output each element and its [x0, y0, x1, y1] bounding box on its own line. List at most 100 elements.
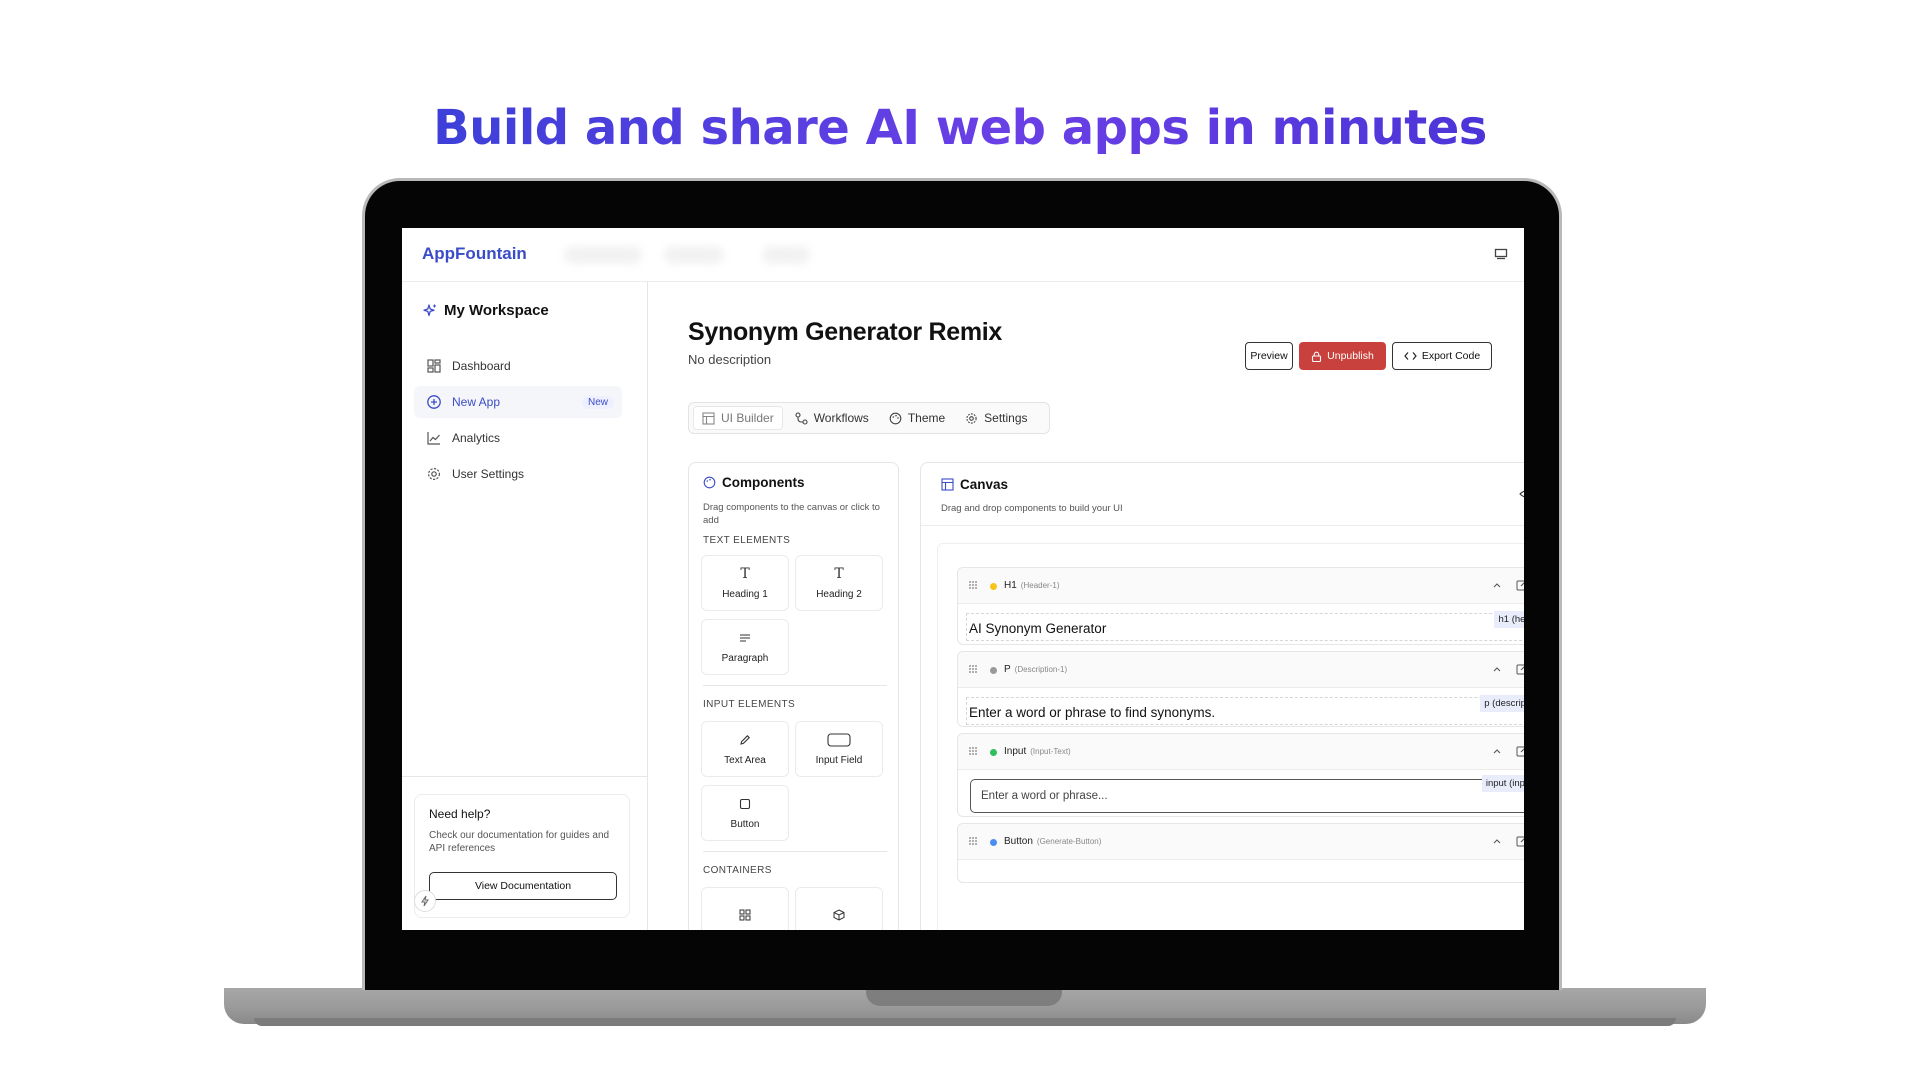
- block-id: (Generate-Button): [1036, 837, 1102, 846]
- preview-button-label: Preview: [1250, 350, 1288, 362]
- status-dot: [990, 667, 997, 674]
- eye-icon[interactable]: [1519, 489, 1524, 499]
- canvas-divider: [921, 525, 1524, 526]
- components-title-text: Components: [722, 475, 805, 490]
- chevron-up-icon[interactable]: [1492, 664, 1502, 674]
- palette-icon: [703, 476, 716, 489]
- canvas-block-input[interactable]: Input (Input-Text) Enter a word or phrase…: [957, 733, 1524, 817]
- block-content-paragraph[interactable]: Enter a word or phrase to find synonyms.: [966, 697, 1524, 725]
- sidebar-item-dashboard[interactable]: Dashboard: [414, 350, 622, 382]
- monitor-icon[interactable]: [1494, 248, 1508, 260]
- tab-ui-builder[interactable]: UI Builder: [693, 406, 783, 430]
- block-type: Button (Generate-Button): [1004, 836, 1101, 847]
- chevron-up-icon[interactable]: [1492, 580, 1502, 590]
- builder-tabs: UI Builder Workflows Theme Settings: [688, 402, 1050, 434]
- canvas-block-h1[interactable]: H1 (Header-1) AI Synonym Generator h1 (he…: [957, 567, 1524, 645]
- preview-button[interactable]: Preview: [1245, 342, 1293, 370]
- unpublish-button[interactable]: Unpublish: [1299, 342, 1386, 370]
- component-button[interactable]: Button: [701, 785, 789, 841]
- chevron-up-icon[interactable]: [1492, 836, 1502, 846]
- sparkle-icon: [423, 303, 436, 316]
- section-label-input-elements: INPUT ELEMENTS: [703, 699, 796, 710]
- export-code-button[interactable]: Export Code: [1392, 342, 1492, 370]
- grid-icon: [739, 907, 751, 923]
- section-label-text-elements: TEXT ELEMENTS: [703, 535, 791, 546]
- component-container-box[interactable]: [795, 887, 883, 930]
- component-heading-1[interactable]: T Heading 1: [701, 555, 789, 611]
- box-icon: [833, 907, 845, 923]
- chart-line-icon: [427, 432, 440, 445]
- export-code-button-label: Export Code: [1421, 350, 1481, 362]
- tab-workflows[interactable]: Workflows: [787, 406, 877, 430]
- workspace-title-text: My Workspace: [444, 302, 549, 319]
- sidebar-item-user-settings[interactable]: User Settings: [414, 458, 622, 490]
- block-header: Button (Generate-Button): [958, 824, 1524, 860]
- components-subtitle: Drag components to the canvas or click t…: [703, 502, 880, 526]
- block-header: H1 (Header-1): [958, 568, 1524, 604]
- element-tag: h1 (head: [1494, 611, 1524, 628]
- block-type: Input (Input-Text): [1004, 746, 1071, 757]
- paragraph-icon: [739, 630, 751, 646]
- component-label: Input Field: [815, 755, 863, 766]
- component-input-field[interactable]: Input Field: [795, 721, 883, 777]
- laptop-base-shadow: [254, 1018, 1676, 1026]
- canvas-block-button[interactable]: Button (Generate-Button): [957, 823, 1524, 883]
- pencil-icon: [739, 732, 751, 748]
- block-type: H1 (Header-1): [1004, 580, 1059, 591]
- section-label-containers: CONTAINERS: [703, 865, 772, 876]
- layout-icon: [702, 411, 715, 425]
- gear-icon: [966, 412, 977, 424]
- drag-handle-icon[interactable]: [968, 664, 978, 674]
- bolt-icon[interactable]: [414, 890, 436, 912]
- status-dot: [990, 839, 997, 846]
- block-id: (Description-1): [1014, 665, 1068, 674]
- text-t-icon: T: [834, 566, 844, 582]
- block-id: (Input-Text): [1030, 747, 1071, 756]
- app-logo[interactable]: AppFountain: [422, 244, 527, 264]
- code-icon: [1404, 352, 1417, 360]
- workspace-title: My Workspace: [422, 302, 549, 319]
- tab-settings[interactable]: Settings: [957, 406, 1035, 430]
- unpublish-button-label: Unpublish: [1327, 350, 1374, 362]
- component-container-grid[interactable]: [701, 887, 789, 930]
- sidebar-item-label: New App: [452, 395, 501, 409]
- block-type-text: Button: [1004, 836, 1033, 847]
- component-text-area[interactable]: Text Area: [701, 721, 789, 777]
- sidebar: My Workspace Dashboard New App New Analy…: [402, 282, 648, 930]
- component-paragraph[interactable]: Paragraph: [701, 619, 789, 675]
- gear-icon: [427, 467, 441, 481]
- block-content-heading[interactable]: AI Synonym Generator: [966, 613, 1524, 641]
- component-label: Paragraph: [721, 653, 769, 664]
- edit-icon[interactable]: [1516, 745, 1524, 757]
- blurred-nav-item: [564, 246, 642, 264]
- workflow-icon: [795, 411, 808, 425]
- drag-handle-icon[interactable]: [968, 836, 978, 846]
- layout-icon: [941, 478, 954, 491]
- top-bar: AppFountain: [402, 228, 1524, 282]
- section-divider: [703, 685, 887, 686]
- text-t-icon: T: [740, 566, 750, 582]
- input-field-icon: [827, 732, 851, 748]
- block-type-text: H1: [1004, 580, 1017, 591]
- block-id: (Header-1): [1020, 581, 1060, 590]
- component-heading-2[interactable]: T Heading 2: [795, 555, 883, 611]
- drag-handle-icon[interactable]: [968, 746, 978, 756]
- component-label: Heading 1: [722, 589, 768, 600]
- edit-icon[interactable]: [1516, 579, 1524, 591]
- view-documentation-button[interactable]: View Documentation: [429, 872, 617, 900]
- square-icon: [739, 796, 751, 812]
- edit-icon[interactable]: [1516, 663, 1524, 675]
- element-tag: p (descriptio: [1480, 695, 1524, 712]
- sidebar-item-analytics[interactable]: Analytics: [414, 422, 622, 454]
- tab-theme[interactable]: Theme: [881, 406, 953, 430]
- block-content-input[interactable]: Enter a word or phrase...: [970, 779, 1524, 813]
- new-badge: New: [581, 395, 614, 409]
- sidebar-item-label: Dashboard: [452, 359, 511, 373]
- app-screen: AppFountain My Workspace Dashboard New A…: [402, 228, 1524, 930]
- canvas-block-p[interactable]: P (Description-1) Enter a word or phrase …: [957, 651, 1524, 727]
- drag-handle-icon[interactable]: [968, 580, 978, 590]
- page-description: No description: [688, 352, 772, 367]
- chevron-up-icon[interactable]: [1492, 746, 1502, 756]
- sidebar-item-new-app[interactable]: New App New: [414, 386, 622, 418]
- edit-icon[interactable]: [1516, 835, 1524, 847]
